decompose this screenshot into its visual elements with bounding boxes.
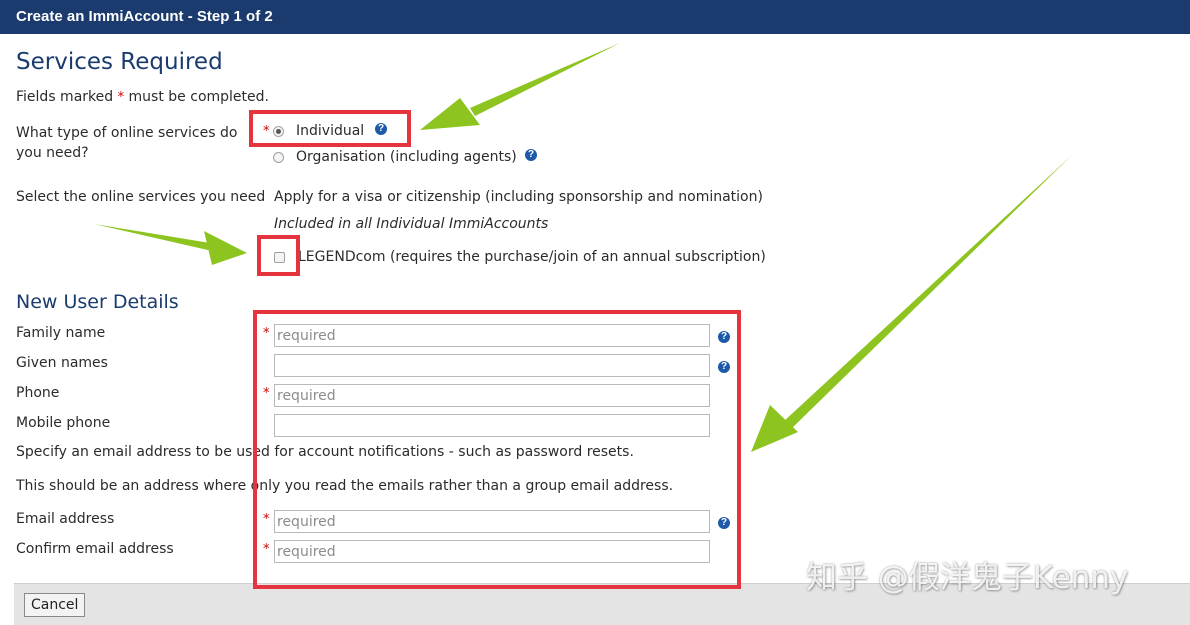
arrow-to-user-details [783,155,1072,430]
arrow-to-individual [470,43,620,116]
arrow-to-legendcom-head [204,231,247,265]
annotation-arrows [94,43,1072,452]
arrow-to-individual-head [420,98,480,130]
arrow-to-legendcom [94,224,212,251]
watermark: 知乎 @假洋鬼子Kenny [806,560,1129,596]
arrow-to-user-details-head [751,405,798,452]
